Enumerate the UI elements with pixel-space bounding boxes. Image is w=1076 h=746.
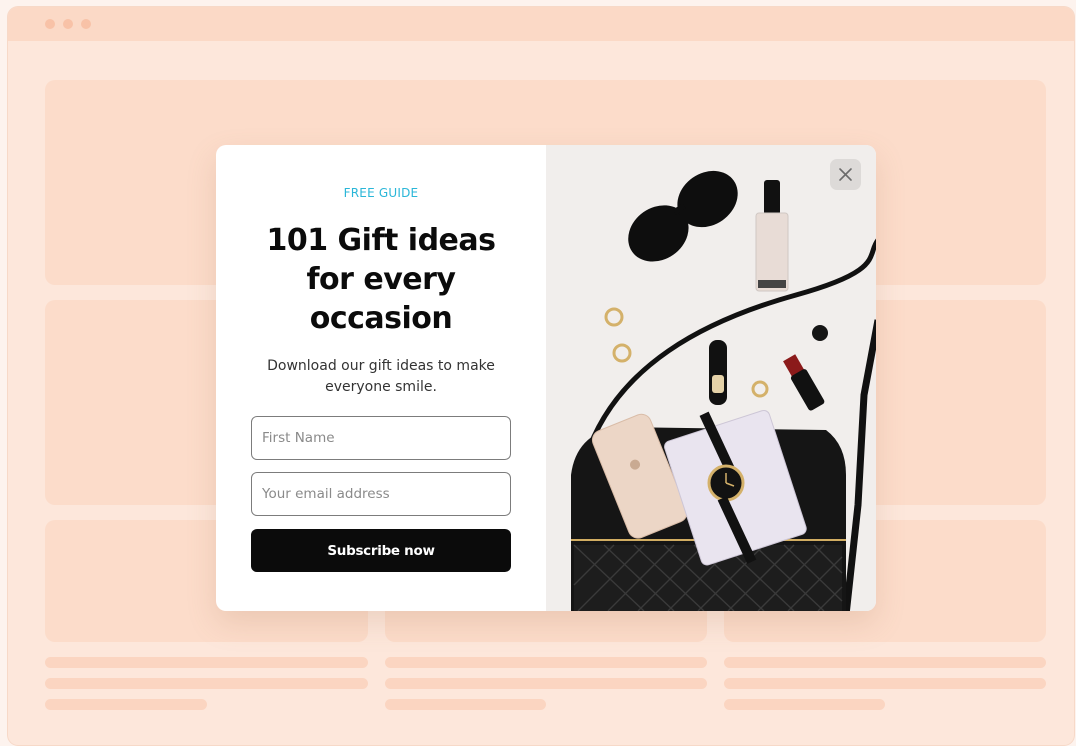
placeholder-text-line (724, 678, 1046, 689)
product-photo (546, 145, 876, 611)
first-name-input[interactable] (251, 416, 511, 460)
accessories-photo-illustration (546, 145, 876, 611)
browser-title-bar (8, 7, 1074, 41)
popup-eyebrow: FREE GUIDE (343, 186, 419, 200)
close-icon (839, 168, 852, 181)
popup-headline: 101 Gift ideas for every occasion (266, 223, 496, 336)
placeholder-text-line (385, 699, 546, 710)
subscribe-button[interactable]: Subscribe now (251, 529, 511, 572)
window-control-dot[interactable] (63, 19, 73, 29)
placeholder-text-line (45, 678, 368, 689)
placeholder-text-line (385, 657, 707, 668)
close-button[interactable] (830, 159, 861, 190)
newsletter-popup: FREE GUIDE 101 Gift ideas for every occa… (216, 145, 876, 611)
popup-subtext: Download our gift ideas to make everyone… (267, 358, 495, 395)
email-input[interactable] (251, 472, 511, 516)
popup-form-panel: FREE GUIDE 101 Gift ideas for every occa… (216, 145, 546, 611)
placeholder-text-line (45, 657, 368, 668)
placeholder-text-line (385, 678, 707, 689)
window-control-dot[interactable] (45, 19, 55, 29)
placeholder-text-line (724, 657, 1046, 668)
window-control-dot[interactable] (81, 19, 91, 29)
placeholder-text-line (724, 699, 885, 710)
placeholder-text-line (45, 699, 207, 710)
